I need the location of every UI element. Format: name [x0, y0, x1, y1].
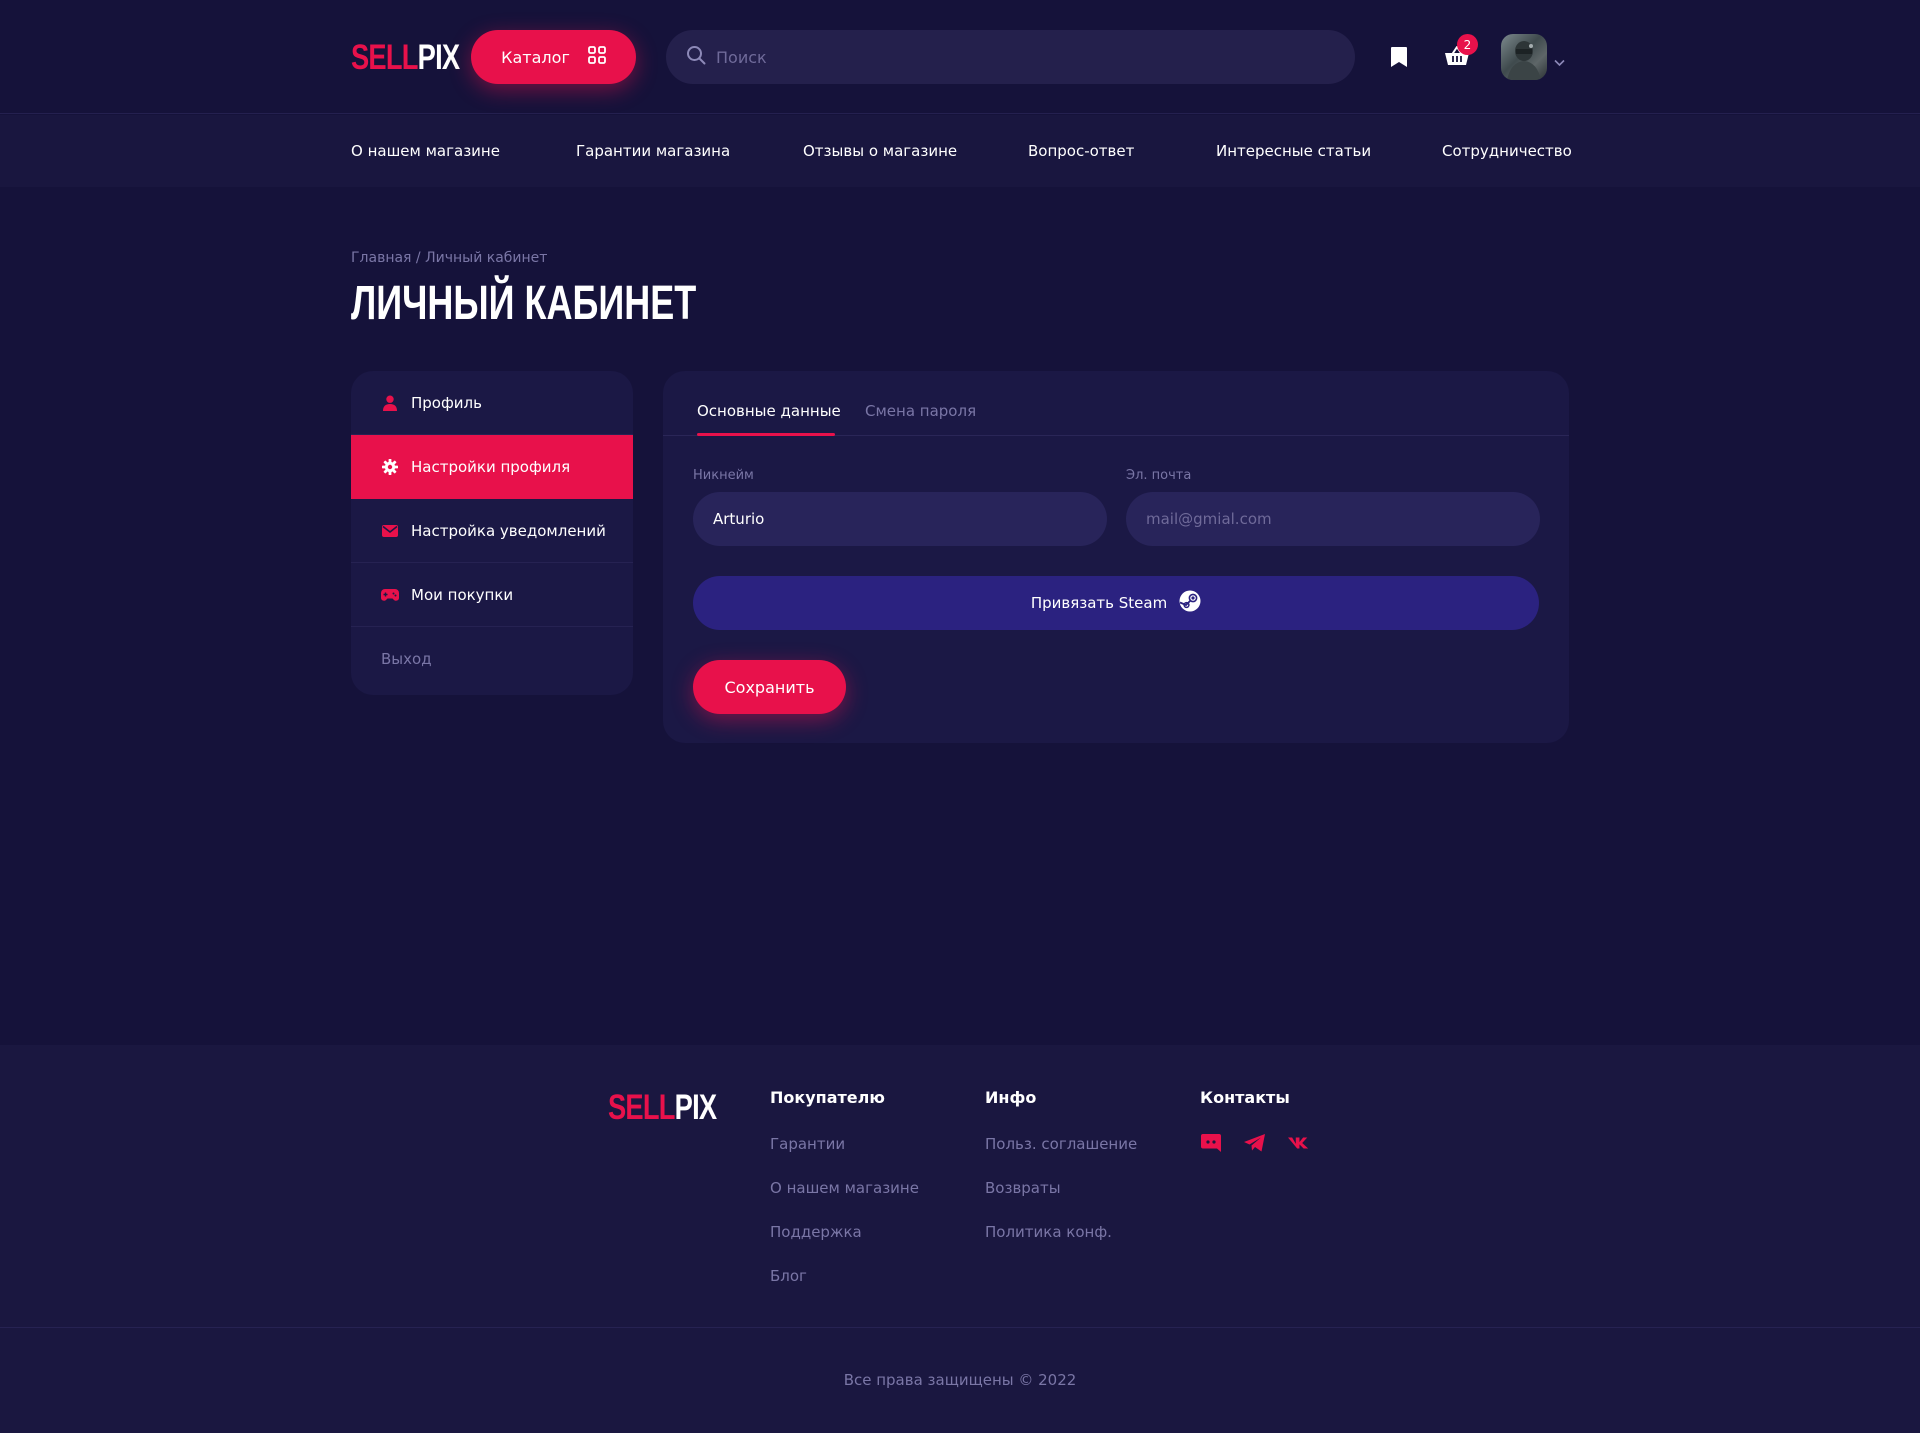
telegram-icon[interactable]	[1244, 1132, 1266, 1154]
catalog-label: Каталог	[501, 47, 570, 67]
footer-contacts-title: Контакты	[1200, 1088, 1290, 1107]
nav-item-articles[interactable]: Интересные статьи	[1216, 142, 1371, 160]
catalog-button[interactable]: Каталог	[471, 30, 636, 84]
grid-icon	[587, 46, 606, 68]
steam-icon	[1179, 590, 1201, 616]
email-input[interactable]	[1146, 510, 1516, 528]
search-bar[interactable]	[666, 30, 1355, 84]
avatar[interactable]	[1501, 34, 1547, 80]
nickname-label: Никнейм	[693, 468, 754, 483]
logout-label: Выход	[381, 650, 432, 668]
user-icon	[381, 394, 399, 412]
tab-change-password[interactable]: Смена пароля	[865, 402, 976, 420]
nav-item-about[interactable]: О нашем магазине	[351, 142, 500, 160]
bookmark-icon[interactable]	[1389, 46, 1409, 72]
link-steam-button[interactable]: Привязать Steam	[693, 576, 1539, 630]
mail-icon	[381, 522, 399, 540]
footer-link-privacy[interactable]: Политика конф.	[985, 1223, 1112, 1241]
footer-link-terms[interactable]: Польз. соглашение	[985, 1135, 1137, 1153]
gear-icon	[381, 458, 399, 476]
footer-link-about[interactable]: О нашем магазине	[770, 1179, 919, 1197]
nickname-input[interactable]	[713, 510, 1083, 528]
footer-buyer-title: Покупателю	[770, 1088, 885, 1107]
discord-icon[interactable]	[1200, 1132, 1222, 1154]
sidebar-item-label: Настройка уведомлений	[411, 521, 606, 540]
breadcrumb-separator: /	[411, 250, 426, 266]
active-tab-indicator	[697, 433, 835, 436]
cart-count-badge: 2	[1457, 34, 1478, 55]
nickname-field[interactable]	[693, 492, 1107, 546]
breadcrumb-current: Личный кабинет	[425, 250, 548, 266]
search-input[interactable]	[716, 47, 1316, 67]
nav-item-partnership[interactable]: Сотрудничество	[1442, 142, 1572, 160]
vk-icon[interactable]	[1288, 1132, 1310, 1154]
sidebar-item-label: Мои покупки	[411, 585, 514, 604]
sidebar-item-purchases[interactable]: Мои покупки	[351, 563, 633, 627]
steam-button-label: Привязать Steam	[1030, 594, 1168, 612]
footer-link-guarantees[interactable]: Гарантии	[770, 1135, 845, 1153]
nav-item-faq[interactable]: Вопрос-ответ	[1028, 142, 1134, 160]
profile-sidebar: Профиль Настройки профиля Настройка увед…	[351, 371, 633, 695]
email-field[interactable]	[1126, 492, 1540, 546]
breadcrumb: Главная / Личный кабинет	[351, 250, 547, 266]
sidebar-item-label: Настройки профиля	[411, 458, 571, 476]
footer-divider	[0, 1327, 1920, 1328]
footer-logo[interactable]: SELLPIX	[608, 1090, 717, 1125]
sidebar-item-notifications[interactable]: Настройка уведомлений	[351, 499, 633, 563]
footer-link-support[interactable]: Поддержка	[770, 1223, 862, 1241]
main-nav	[0, 115, 1920, 187]
breadcrumb-home[interactable]: Главная	[351, 250, 411, 266]
chevron-down-icon[interactable]	[1554, 52, 1565, 71]
nav-item-guarantees[interactable]: Гарантии магазина	[576, 142, 730, 160]
nav-item-reviews[interactable]: Отзывы о магазине	[803, 142, 957, 160]
footer-info-title: Инфо	[985, 1088, 1037, 1107]
sidebar-item-logout[interactable]: Выход	[351, 627, 633, 691]
sidebar-item-profile[interactable]: Профиль	[351, 371, 633, 435]
logo[interactable]: SELLPIX	[351, 40, 460, 75]
sidebar-item-label: Профиль	[411, 393, 482, 412]
footer-link-blog[interactable]: Блог	[770, 1267, 807, 1285]
gamepad-icon	[381, 586, 399, 604]
save-button[interactable]: Сохранить	[693, 660, 846, 714]
sidebar-item-profile-settings[interactable]: Настройки профиля	[351, 435, 633, 499]
email-label: Эл. почта	[1126, 468, 1192, 483]
copyright: Все права защищены © 2022	[843, 1371, 1077, 1389]
footer-link-returns[interactable]: Возвраты	[985, 1179, 1061, 1197]
tab-main-data[interactable]: Основные данные	[697, 402, 841, 420]
page-title: ЛИЧНЫЙ КАБИНЕТ	[351, 277, 697, 330]
search-icon	[686, 45, 706, 69]
